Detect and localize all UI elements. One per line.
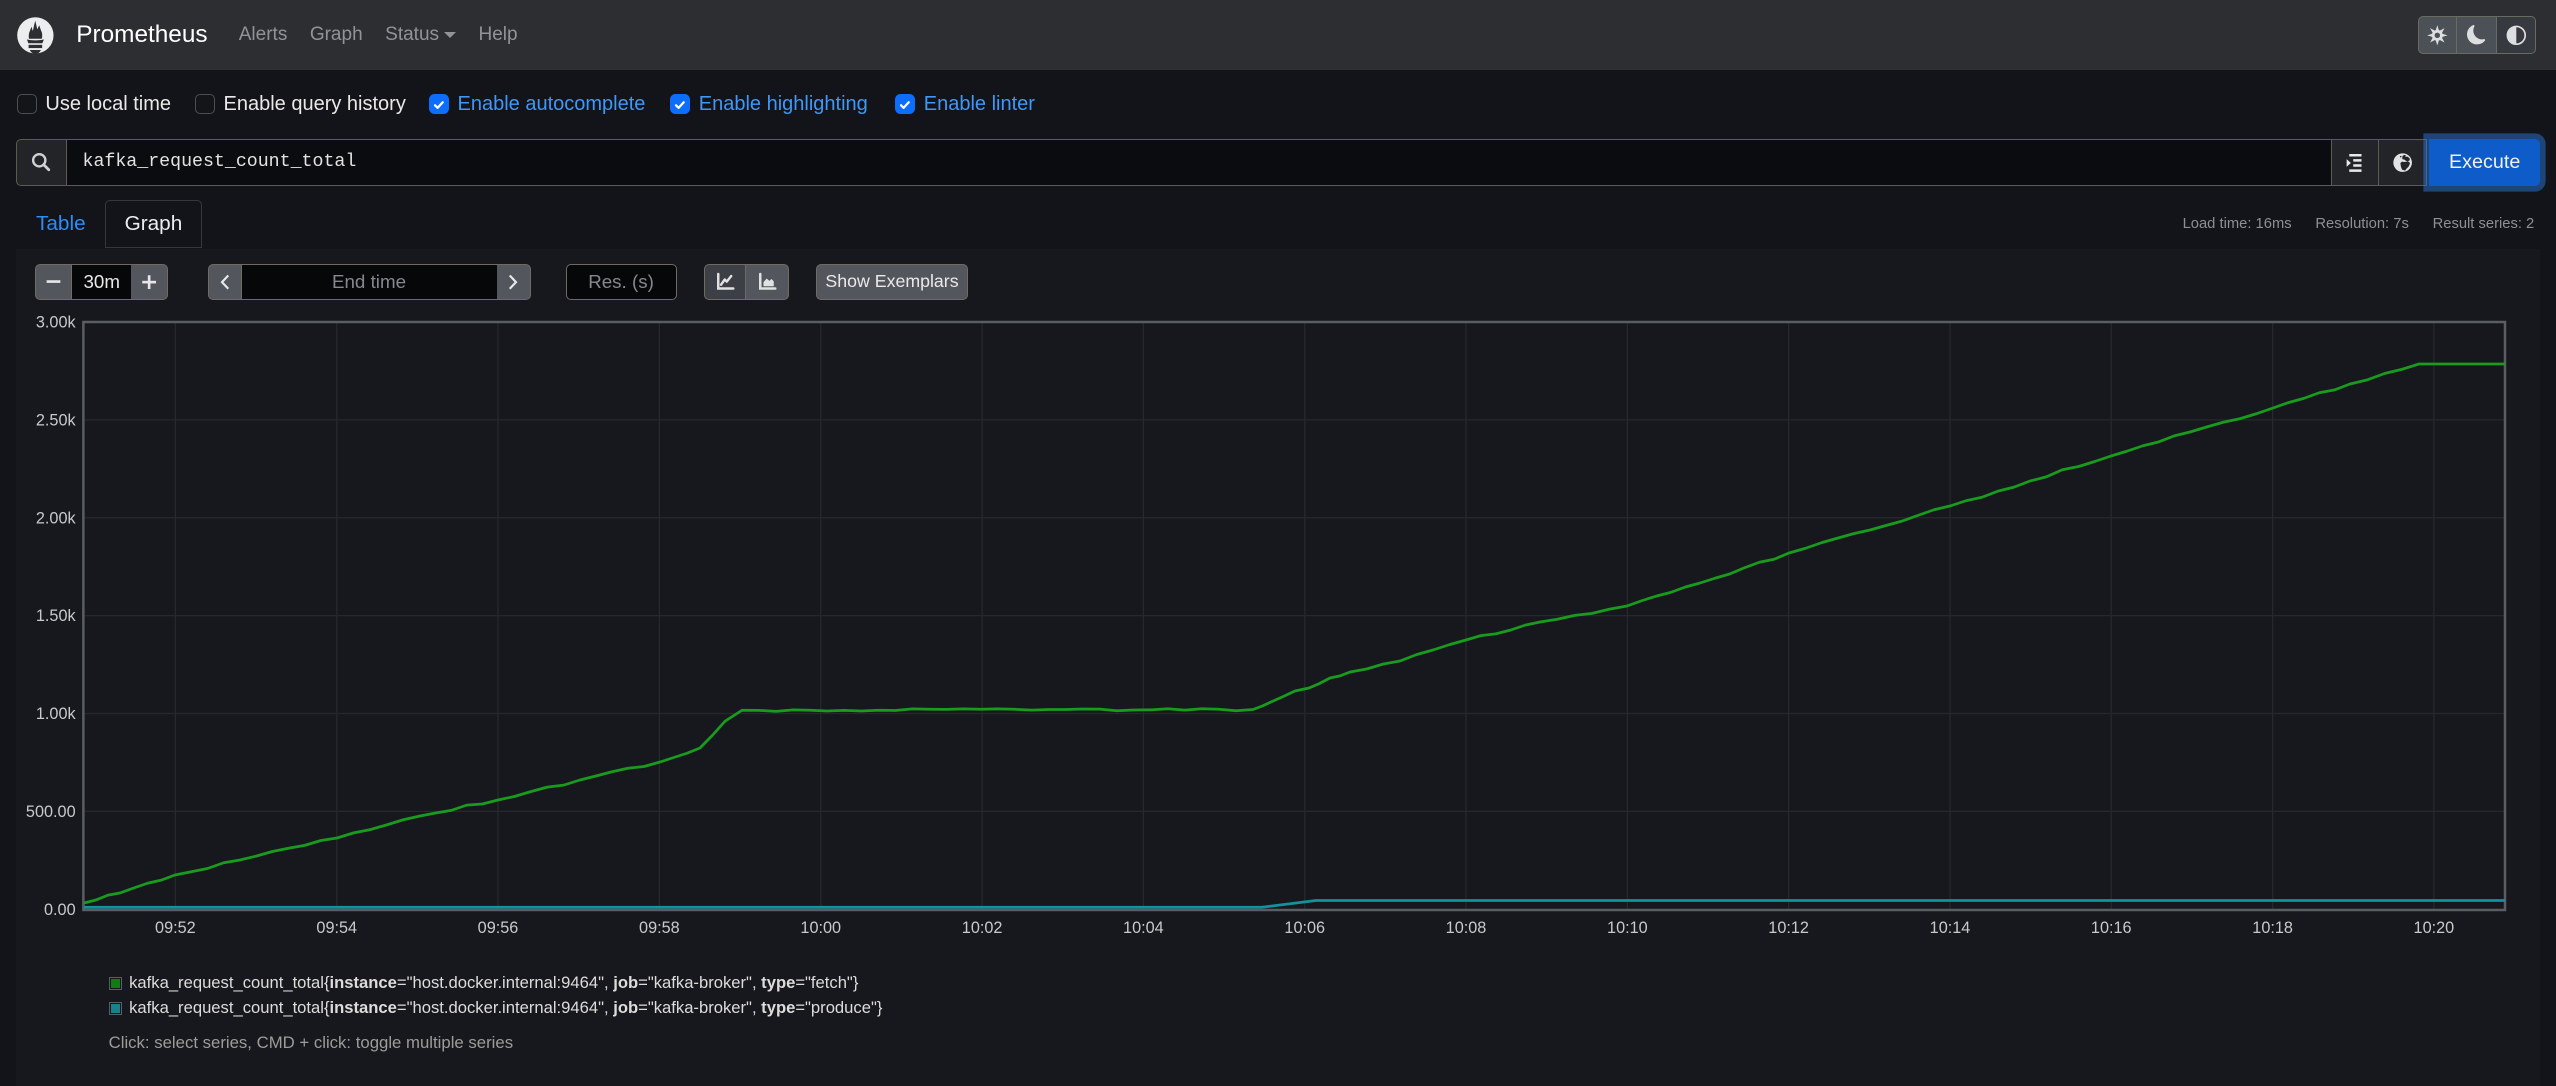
svg-text:09:54: 09:54 xyxy=(316,919,357,937)
svg-text:09:56: 09:56 xyxy=(478,919,519,937)
svg-text:10:04: 10:04 xyxy=(1123,919,1164,937)
svg-text:1.00k: 1.00k xyxy=(36,705,77,723)
svg-text:1.50k: 1.50k xyxy=(36,607,77,625)
svg-text:0.00: 0.00 xyxy=(44,901,76,919)
svg-text:10:18: 10:18 xyxy=(2252,919,2293,937)
svg-text:500.00: 500.00 xyxy=(26,803,76,821)
svg-text:10:02: 10:02 xyxy=(962,919,1003,937)
svg-text:09:52: 09:52 xyxy=(155,919,196,937)
svg-text:2.50k: 2.50k xyxy=(36,411,77,429)
svg-text:10:16: 10:16 xyxy=(2091,919,2132,937)
svg-text:10:12: 10:12 xyxy=(1768,919,1809,937)
svg-text:10:14: 10:14 xyxy=(1930,919,1971,937)
svg-text:2.00k: 2.00k xyxy=(36,509,77,527)
svg-text:10:00: 10:00 xyxy=(800,919,841,937)
svg-text:3.00k: 3.00k xyxy=(36,314,77,332)
svg-text:10:06: 10:06 xyxy=(1284,919,1325,937)
svg-text:10:08: 10:08 xyxy=(1446,919,1487,937)
svg-text:09:58: 09:58 xyxy=(639,919,680,937)
svg-text:10:20: 10:20 xyxy=(2414,919,2455,937)
svg-text:10:10: 10:10 xyxy=(1607,919,1648,937)
